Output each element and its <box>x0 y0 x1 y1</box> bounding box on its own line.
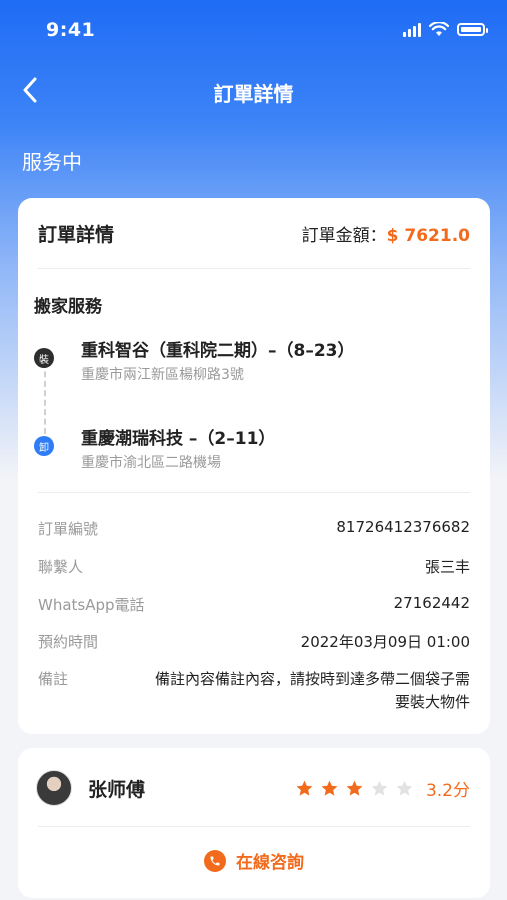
whatsapp-row: WhatsApp電話 27162442 <box>38 594 470 615</box>
master-row: 张师傅 3.2分 <box>36 768 470 808</box>
online-consult-button[interactable]: 在線咨詢 <box>18 848 490 873</box>
rating-stars <box>295 779 414 798</box>
divider <box>38 492 470 493</box>
contact-row: 聯繫人 張三丰 <box>38 556 470 577</box>
signal-icon <box>403 22 421 37</box>
star-icon <box>346 780 363 796</box>
pickup-name: 重科智谷（重科院二期）–（8–23） <box>81 341 355 361</box>
amount-label: 訂單金額： <box>301 226 387 246</box>
online-consult-label: 在線咨詢 <box>236 853 304 873</box>
order-number-label: 訂單編號 <box>38 520 99 538</box>
order-detail-card: 訂單詳情 訂單金額：$ 7621.0 搬家服務 裝 重科智谷（重科院二期）–（8… <box>18 198 490 734</box>
contact-value: 張三丰 <box>424 558 470 576</box>
nav-bar: 訂單詳情 <box>0 70 507 110</box>
divider <box>38 826 470 827</box>
status-bar: 9:41 <box>0 0 507 60</box>
phone-icon <box>204 849 226 872</box>
status-time: 9:41 <box>46 19 96 41</box>
avatar <box>36 770 72 806</box>
star-icon <box>396 780 413 796</box>
pickup-badge: 裝 <box>34 348 54 368</box>
route-line <box>44 362 46 434</box>
rating-value: 3.2分 <box>425 780 470 801</box>
order-number-value: 81726412376682 <box>336 518 470 536</box>
dropoff-badge: 卸 <box>34 436 54 456</box>
dropoff-name: 重慶潮瑞科技 –（2–11） <box>81 429 276 449</box>
remark-row: 備註 備註內容備註內容，請按時到達多帶二個袋子需要裝大物件 <box>38 668 470 714</box>
dropoff-address: 重慶市渝北區二路機場 <box>81 455 221 471</box>
order-number-row: 訂單編號 81726412376682 <box>38 518 470 539</box>
service-type-title: 搬家服務 <box>34 297 102 317</box>
appointment-time-row: 預約時間 2022年03月09日 01:00 <box>38 631 470 652</box>
status-icons <box>403 22 488 37</box>
remark-value: 備註內容備註內容，請按時到達多帶二個袋子需要裝大物件 <box>154 670 470 711</box>
appointment-time-label: 預約時間 <box>38 633 99 651</box>
whatsapp-value: 27162442 <box>393 594 470 612</box>
pickup-address: 重慶市兩江新區楊柳路3號 <box>81 367 244 383</box>
amount-value: $ 7621.0 <box>386 226 470 246</box>
whatsapp-label: WhatsApp電話 <box>38 596 145 614</box>
order-amount: 訂單金額：$ 7621.0 <box>302 221 470 246</box>
order-card-title: 訂單詳情 <box>38 224 115 246</box>
star-icon <box>371 780 388 796</box>
star-icon <box>321 780 338 796</box>
page-title: 訂單詳情 <box>213 82 294 106</box>
divider <box>38 268 470 269</box>
master-name: 张师傅 <box>88 778 146 801</box>
remark-label: 備註 <box>38 670 69 688</box>
battery-icon <box>457 23 488 36</box>
master-card: 张师傅 3.2分 在線咨詢 <box>18 748 490 898</box>
wifi-icon <box>429 22 449 36</box>
appointment-time-value: 2022年03月09日 01:00 <box>300 633 470 651</box>
contact-label: 聯繫人 <box>38 558 84 576</box>
service-status-label: 服务中 <box>22 150 82 174</box>
star-icon <box>296 780 313 796</box>
